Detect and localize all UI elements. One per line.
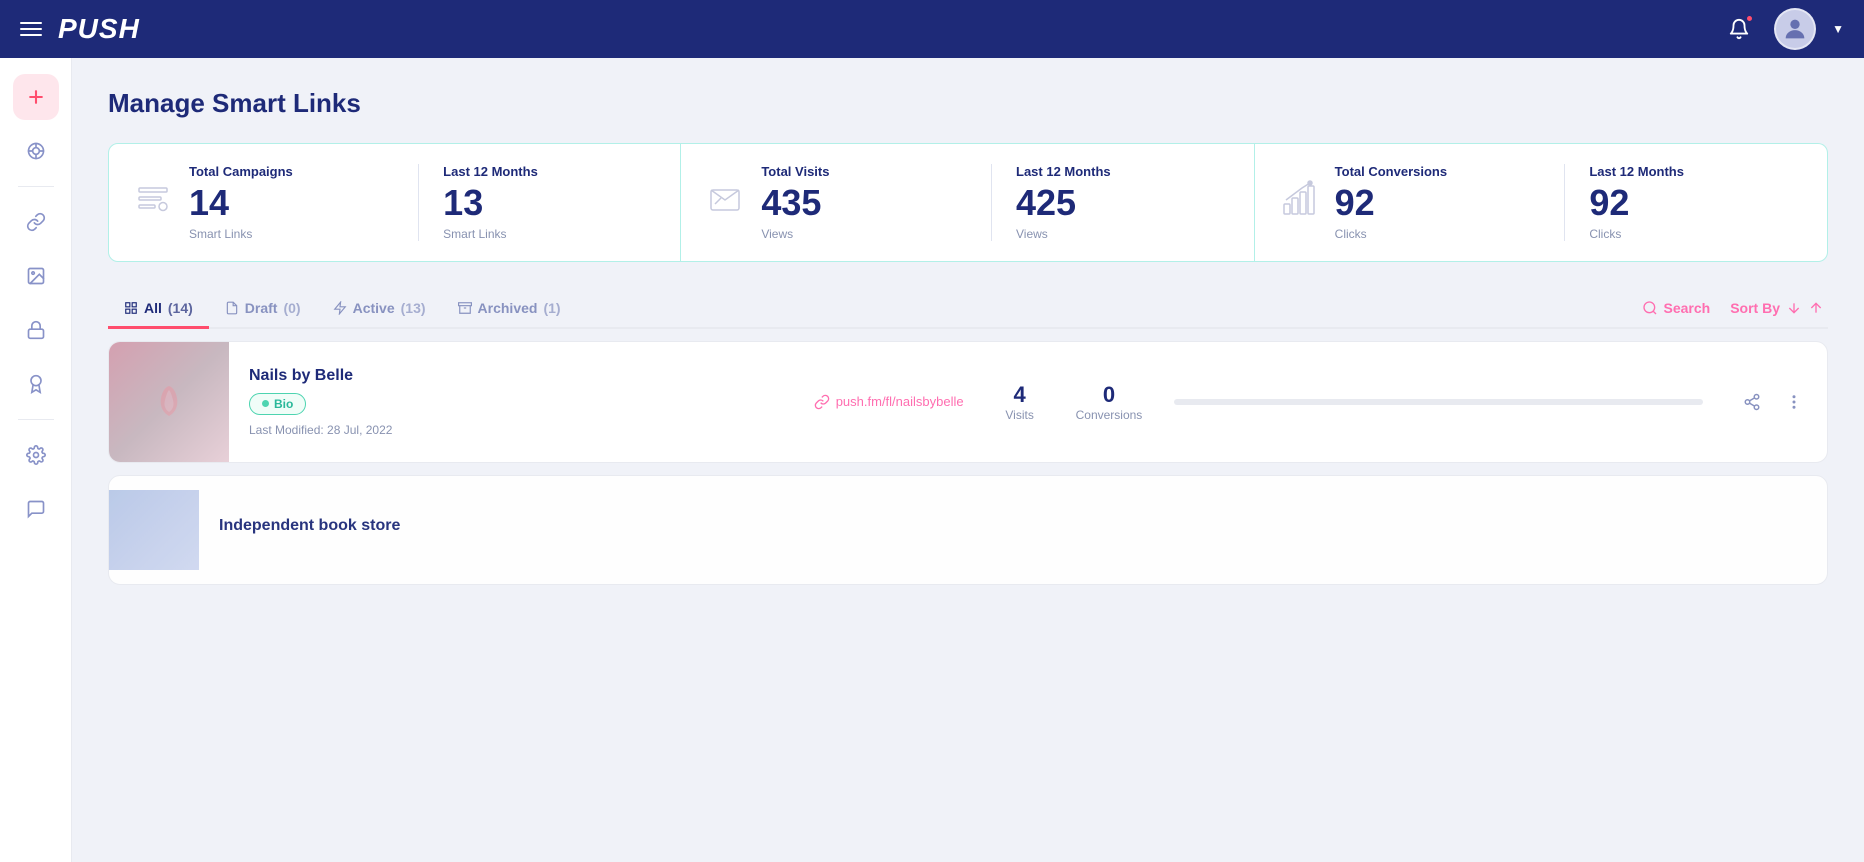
stat-card-visits: Total Visits 435 Views Last 12 Months 42… [681, 143, 1254, 262]
link-info-1: Independent book store [199, 501, 1827, 559]
stat-title-campaigns-12m: Last 12 Months [443, 164, 656, 179]
link-name-0: Nails by Belle [249, 367, 778, 385]
link-visits-label-0: Visits [996, 408, 1044, 422]
stats-row: Total Campaigns 14 Smart Links Last 12 M… [108, 143, 1828, 262]
stat-title-visits: Total Visits [761, 164, 975, 179]
stat-sub-campaigns-12m: Smart Links [443, 227, 656, 241]
tab-archived[interactable]: Archived (1) [442, 290, 577, 329]
stat-total-campaigns: Total Campaigns 14 Smart Links [189, 164, 402, 241]
account-chevron-icon[interactable]: ▼ [1832, 22, 1844, 36]
logo: PUSH [58, 13, 1720, 45]
stat-sub-visits: Views [761, 227, 975, 241]
stat-total-conversions: Total Conversions 92 Clicks [1335, 164, 1549, 241]
link-progress-bar-0 [1158, 383, 1719, 421]
link-thumbnail-1 [109, 490, 199, 570]
topnav-right: ▼ [1720, 8, 1844, 50]
stat-value-conversions-12m: 92 [1589, 183, 1803, 223]
link-card-1: Independent book store [108, 475, 1828, 585]
sidebar-item-media[interactable] [13, 253, 59, 299]
stat-value-visits-12m: 425 [1016, 183, 1230, 223]
stat-title-conversions: Total Conversions [1335, 164, 1549, 179]
avatar[interactable] [1774, 8, 1816, 50]
link-url-text-0: push.fm/fl/nailsbybelle [836, 394, 964, 409]
menu-icon[interactable] [20, 22, 42, 36]
link-name-1: Independent book store [219, 517, 1807, 535]
link-badge-dot-0 [262, 400, 269, 407]
sidebar [0, 58, 72, 862]
tab-draft-count: (0) [283, 300, 300, 316]
tabs-row: All (14) Draft (0) Active (13) Archived … [108, 290, 1828, 329]
sidebar-divider [18, 186, 54, 187]
stat-title-campaigns: Total Campaigns [189, 164, 402, 179]
link-card-0: Nails by Belle Bio Last Modified: 28 Jul… [108, 341, 1828, 463]
sidebar-item-messages[interactable] [13, 486, 59, 532]
tab-archived-count: (1) [543, 300, 560, 316]
notification-dot [1745, 14, 1754, 23]
tab-all[interactable]: All (14) [108, 290, 209, 329]
link-conversions-0: 0 Conversions [1060, 366, 1159, 438]
tab-active-count: (13) [401, 300, 426, 316]
stat-sub-conversions: Clicks [1335, 227, 1549, 241]
stat-last12-visits: Last 12 Months 425 Views [991, 164, 1230, 241]
stat-sub-conversions-12m: Clicks [1589, 227, 1803, 241]
link-conversions-label-0: Conversions [1076, 408, 1143, 422]
stat-title-visits-12m: Last 12 Months [1016, 164, 1230, 179]
sidebar-item-links[interactable] [13, 199, 59, 245]
search-label: Search [1664, 300, 1711, 316]
more-options-button-0[interactable] [1777, 385, 1811, 419]
stat-value-campaigns: 14 [189, 183, 402, 223]
stat-value-campaigns-12m: 13 [443, 183, 656, 223]
stat-value-conversions: 92 [1335, 183, 1549, 223]
link-badge-label-0: Bio [274, 397, 293, 411]
topnav: PUSH ▼ [0, 0, 1864, 58]
stat-value-visits: 435 [761, 183, 975, 223]
conversions-icon [1279, 180, 1319, 225]
sidebar-item-add[interactable] [13, 74, 59, 120]
stat-total-visits: Total Visits 435 Views [761, 164, 975, 241]
search-action[interactable]: Search [1642, 300, 1711, 316]
stat-card-conversions: Total Conversions 92 Clicks Last 12 Mont… [1255, 143, 1828, 262]
share-button-0[interactable] [1735, 385, 1769, 419]
link-conversions-value-0: 0 [1076, 382, 1143, 408]
stat-sub-visits-12m: Views [1016, 227, 1230, 241]
main-content: Manage Smart Links Total Campaigns 14 Sm… [72, 58, 1864, 862]
sidebar-item-security[interactable] [13, 307, 59, 353]
tab-all-label: All [144, 300, 162, 316]
stat-card-campaigns: Total Campaigns 14 Smart Links Last 12 M… [108, 143, 681, 262]
link-badge-0: Bio [249, 393, 306, 415]
sidebar-item-settings[interactable] [13, 432, 59, 478]
tab-active-label: Active [353, 300, 395, 316]
link-visits-0: 4 Visits [980, 366, 1060, 438]
sidebar-item-awards[interactable] [13, 361, 59, 407]
stat-last12-conversions: Last 12 Months 92 Clicks [1564, 164, 1803, 241]
page-title: Manage Smart Links [108, 88, 1828, 119]
link-modified-0: Last Modified: 28 Jul, 2022 [249, 423, 778, 437]
link-list: Nails by Belle Bio Last Modified: 28 Jul… [108, 341, 1828, 585]
sortby-action[interactable]: Sort By [1730, 300, 1824, 316]
visits-icon [705, 180, 745, 225]
sortby-label: Sort By [1730, 300, 1780, 316]
stat-sub-campaigns: Smart Links [189, 227, 402, 241]
tab-active[interactable]: Active (13) [317, 290, 442, 329]
link-info-0: Nails by Belle Bio Last Modified: 28 Jul… [229, 351, 798, 453]
link-actions-0 [1719, 369, 1827, 435]
link-url-0[interactable]: push.fm/fl/nailsbybelle [798, 378, 980, 426]
campaigns-icon [133, 180, 173, 225]
notifications-button[interactable] [1720, 10, 1758, 48]
tab-archived-label: Archived [478, 300, 538, 316]
stat-title-conversions-12m: Last 12 Months [1589, 164, 1803, 179]
tab-draft-label: Draft [245, 300, 278, 316]
link-thumbnail-0 [109, 342, 229, 462]
tab-draft[interactable]: Draft (0) [209, 290, 317, 329]
sidebar-item-dashboard[interactable] [13, 128, 59, 174]
stat-last12-campaigns: Last 12 Months 13 Smart Links [418, 164, 656, 241]
sidebar-divider-2 [18, 419, 54, 420]
tab-all-count: (14) [168, 300, 193, 316]
link-visits-value-0: 4 [996, 382, 1044, 408]
